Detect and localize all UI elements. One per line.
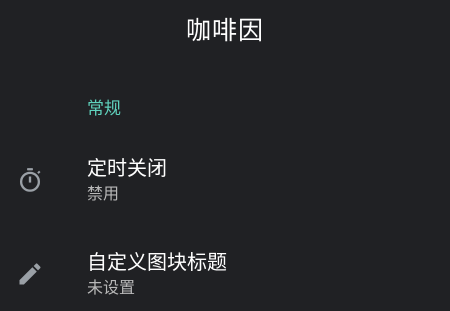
settings-screen: 咖啡因 常规 定时关闭 禁用 自定义图块标题 未设置 bbox=[0, 0, 450, 311]
preference-summary: 禁用 bbox=[87, 184, 120, 203]
preference-custom-tile-title[interactable]: 自定义图块标题 未设置 bbox=[0, 240, 450, 311]
preference-title: 定时关闭 bbox=[87, 156, 167, 180]
pencil-icon bbox=[19, 263, 41, 285]
preference-summary: 未设置 bbox=[87, 278, 136, 297]
section-header-general: 常规 bbox=[87, 99, 121, 119]
timer-icon bbox=[19, 168, 41, 192]
preference-title: 自定义图块标题 bbox=[87, 250, 227, 274]
page-title: 咖啡因 bbox=[185, 16, 264, 45]
preference-auto-off-timer[interactable]: 定时关闭 禁用 bbox=[0, 146, 450, 218]
